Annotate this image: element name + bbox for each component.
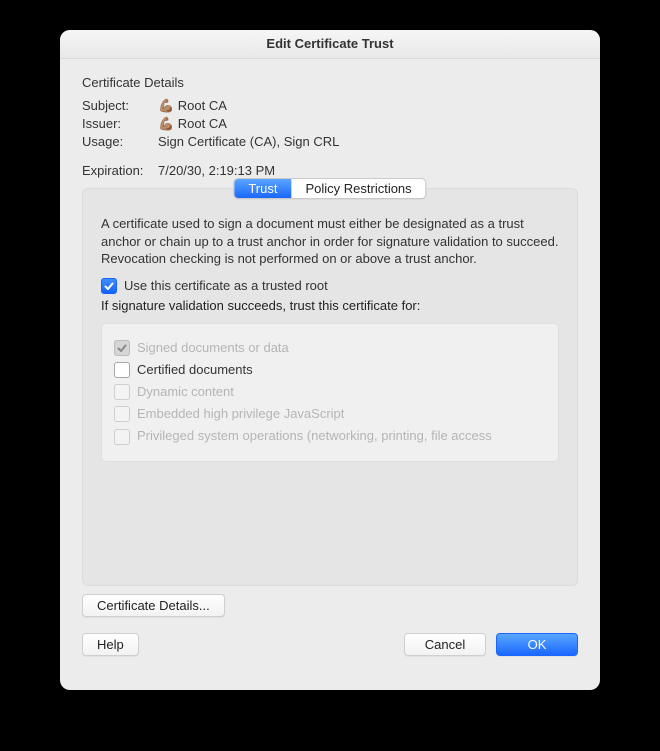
cancel-button[interactable]: Cancel bbox=[404, 633, 486, 656]
usage-value: Sign Certificate (CA), Sign CRL bbox=[158, 134, 578, 149]
embedded-js-label: Embedded high privilege JavaScript bbox=[137, 406, 344, 421]
help-button[interactable]: Help bbox=[82, 633, 139, 656]
tab-bar: Trust Policy Restrictions bbox=[233, 178, 426, 199]
tab-policy-restrictions[interactable]: Policy Restrictions bbox=[291, 179, 425, 198]
subject-label: Subject: bbox=[82, 98, 158, 114]
checkbox-dynamic-content: Dynamic content bbox=[114, 384, 546, 400]
window-title: Edit Certificate Trust bbox=[60, 30, 600, 59]
tab-trust[interactable]: Trust bbox=[234, 179, 291, 198]
row-subject: Subject: 💪🏽 Root CA bbox=[82, 98, 578, 114]
window-content: Certificate Details Subject: 💪🏽 Root CA … bbox=[60, 59, 600, 656]
footer: Help Cancel OK bbox=[82, 633, 578, 656]
check-icon bbox=[114, 340, 130, 356]
trust-description: A certificate used to sign a document mu… bbox=[101, 215, 559, 268]
edit-certificate-trust-window: Edit Certificate Trust Certificate Detai… bbox=[60, 30, 600, 690]
checkbox-icon bbox=[114, 362, 130, 378]
issuer-value: 💪🏽 Root CA bbox=[158, 116, 578, 132]
dynamic-content-label: Dynamic content bbox=[137, 384, 234, 399]
certificate-details-button[interactable]: Certificate Details... bbox=[82, 594, 225, 617]
use-trusted-root-label: Use this certificate as a trusted root bbox=[124, 278, 328, 293]
row-expiration: Expiration: 7/20/30, 2:19:13 PM bbox=[82, 163, 578, 178]
row-usage: Usage: Sign Certificate (CA), Sign CRL bbox=[82, 134, 578, 149]
section-heading: Certificate Details bbox=[82, 75, 578, 90]
checkbox-embedded-js: Embedded high privilege JavaScript bbox=[114, 406, 546, 422]
checkbox-use-trusted-root[interactable]: Use this certificate as a trusted root bbox=[101, 278, 559, 294]
expiration-label: Expiration: bbox=[82, 163, 158, 178]
footer-right: Cancel OK bbox=[404, 633, 578, 656]
checkbox-privileged-ops: Privileged system operations (networking… bbox=[114, 428, 546, 445]
checkbox-certified-documents[interactable]: Certified documents bbox=[114, 362, 546, 378]
checkbox-icon bbox=[114, 429, 130, 445]
signed-documents-label: Signed documents or data bbox=[137, 340, 289, 355]
issuer-label: Issuer: bbox=[82, 116, 158, 132]
usage-label: Usage: bbox=[82, 134, 158, 149]
check-icon bbox=[101, 278, 117, 294]
details-row: Certificate Details... bbox=[82, 594, 578, 617]
subject-value: 💪🏽 Root CA bbox=[158, 98, 578, 114]
certified-documents-label: Certified documents bbox=[137, 362, 253, 377]
trust-panel: Trust Policy Restrictions A certificate … bbox=[82, 188, 578, 586]
privileged-ops-label: Privileged system operations (networking… bbox=[137, 428, 492, 443]
row-issuer: Issuer: 💪🏽 Root CA bbox=[82, 116, 578, 132]
checkbox-icon bbox=[114, 406, 130, 422]
ok-button[interactable]: OK bbox=[496, 633, 578, 656]
checkbox-signed-documents: Signed documents or data bbox=[114, 340, 546, 356]
checkbox-icon bbox=[114, 384, 130, 400]
expiration-value: 7/20/30, 2:19:13 PM bbox=[158, 163, 578, 178]
trust-for-list: Signed documents or data Certified docum… bbox=[101, 323, 559, 462]
if-succeeds-label: If signature validation succeeds, trust … bbox=[101, 298, 559, 313]
